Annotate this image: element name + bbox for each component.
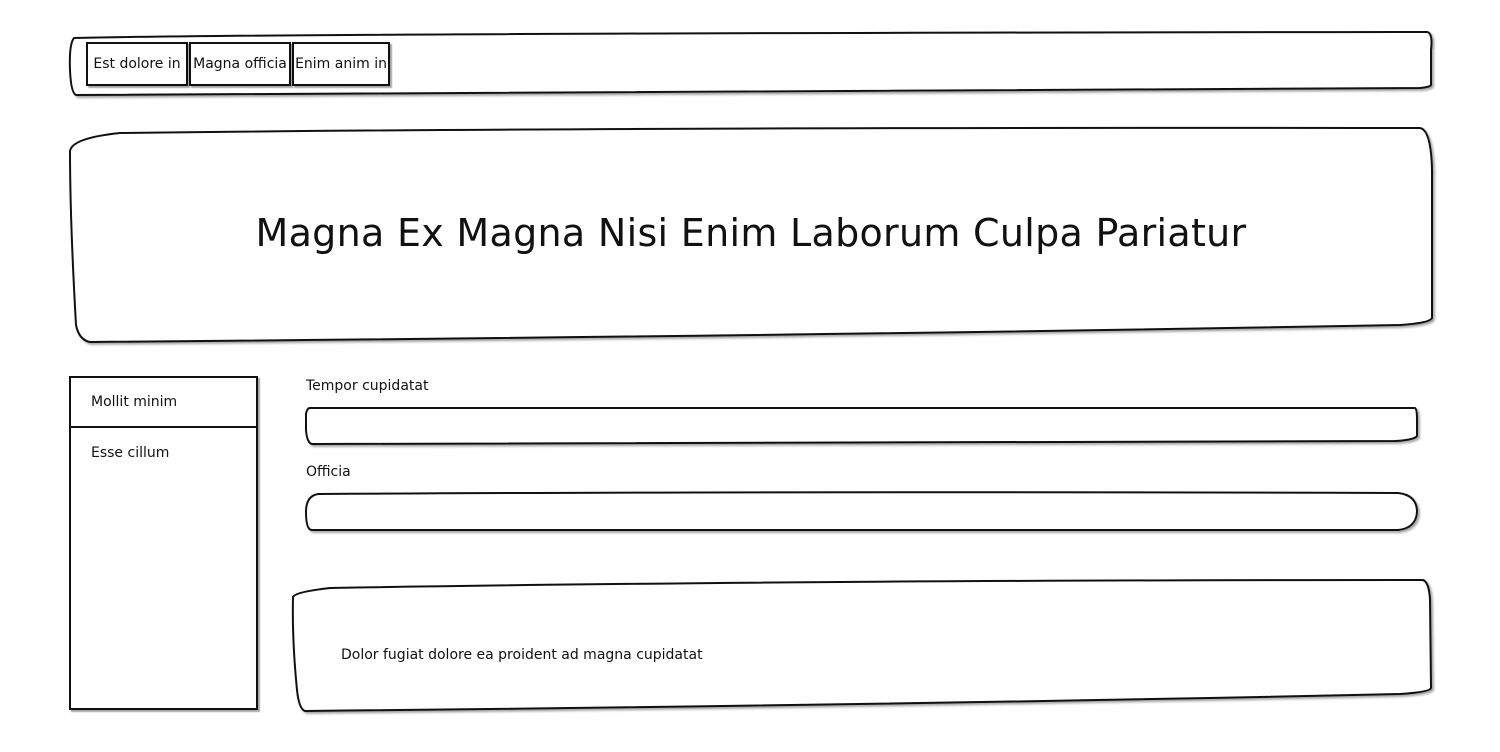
nav-tab-enim-anim-in[interactable]: Enim anim in — [292, 42, 390, 86]
tempor-cupidatat-input[interactable] — [306, 408, 1416, 444]
officia-input[interactable] — [306, 494, 1416, 530]
message-panel-outline — [291, 579, 1432, 712]
field-label-officia: Officia — [306, 464, 351, 480]
message-text: Dolor fugiat dolore ea proident ad magna… — [341, 647, 703, 663]
sidebar-item-label: Mollit minim — [91, 394, 178, 410]
sidebar-item-label: Esse cillum — [91, 445, 170, 461]
page-title: Magna Ex Magna Nisi Enim Laborum Culpa P… — [255, 211, 1247, 255]
sidebar: Mollit minim Esse cillum — [69, 376, 258, 710]
nav-tab-magna-officia[interactable]: Magna officia — [189, 42, 291, 86]
sidebar-item-mollit-minim[interactable]: Mollit minim — [71, 378, 256, 428]
nav-tab-est-dolore-in[interactable]: Est dolore in — [86, 42, 188, 86]
nav-tab-label: Enim anim in — [295, 56, 387, 72]
sidebar-item-esse-cillum[interactable]: Esse cillum — [71, 428, 256, 478]
nav-tab-label: Est dolore in — [93, 56, 181, 72]
top-nav: Est dolore in Magna officia Enim anim in — [86, 42, 390, 86]
field-label-tempor-cupidatat: Tempor cupidatat — [306, 378, 429, 394]
nav-tab-label: Magna officia — [193, 56, 287, 72]
